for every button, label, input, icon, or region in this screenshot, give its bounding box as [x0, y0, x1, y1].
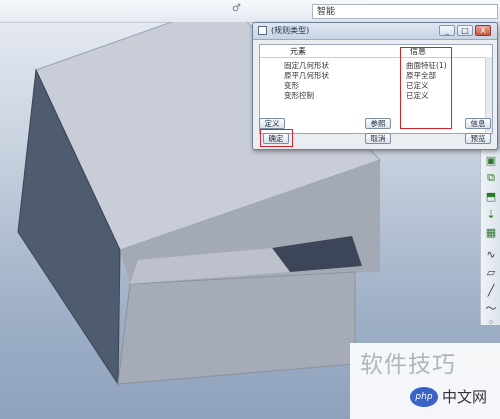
parallelogram-icon[interactable]: ▱ [483, 264, 499, 280]
box-front-lower [117, 271, 356, 385]
close-button[interactable]: X [475, 25, 491, 36]
dots-icon[interactable]: ⁘ [483, 314, 499, 330]
search-input[interactable]: 智能 [312, 4, 498, 19]
reference-button[interactable]: 参照 [365, 118, 391, 129]
right-tool-column: ▣ ⧉ ⬒ ⇣ ▦ ∿ ▱ ╱ 〜 ⁘ [480, 150, 500, 327]
define-button[interactable]: 定义 [259, 118, 285, 129]
php-logo: php [410, 387, 438, 407]
rule-type-dialog: (规则类型) _ □ X 元素 信息 固定几何形状 曲面特征(1) 原平几何形状… [252, 22, 498, 150]
column-header-element: 元素 [290, 47, 306, 56]
dialog-window-icon [258, 26, 267, 35]
dialog-titlebar[interactable]: (规则类型) _ □ X [253, 23, 497, 40]
confirm-button-highlight [260, 129, 293, 147]
green-pattern-icon[interactable]: ▦ [483, 224, 499, 240]
dialog-title: (规则类型) [271, 26, 310, 35]
slash-icon[interactable]: ╱ [483, 282, 499, 298]
green-copy-icon[interactable]: ⧉ [483, 170, 499, 186]
maximize-button[interactable]: □ [457, 25, 473, 36]
row-element: 变形控制 [284, 91, 314, 100]
wave-icon[interactable]: ∿ [483, 246, 499, 262]
watermark-site: 中文网 [442, 388, 488, 406]
top-toolbar: ♂ 智能 [0, 0, 500, 23]
green-extrude-icon[interactable]: ⬒ [483, 188, 499, 204]
cancel-button[interactable]: 取消 [365, 133, 391, 144]
watermark: 软件技巧 php 中文网 [350, 343, 500, 419]
minimize-button[interactable]: _ [439, 25, 455, 36]
green-arrow-icon[interactable]: ⇣ [483, 206, 499, 222]
watermark-caption: 软件技巧 [360, 352, 456, 378]
toolbar-marker-icon: ♂ [232, 3, 241, 14]
preview-button[interactable]: 预览 [465, 133, 491, 144]
info-column-highlight [400, 47, 452, 129]
info-button[interactable]: 信息 [465, 118, 491, 129]
table-header: 元素 信息 [260, 45, 492, 58]
green-shape-icon[interactable]: ▣ [483, 152, 499, 168]
